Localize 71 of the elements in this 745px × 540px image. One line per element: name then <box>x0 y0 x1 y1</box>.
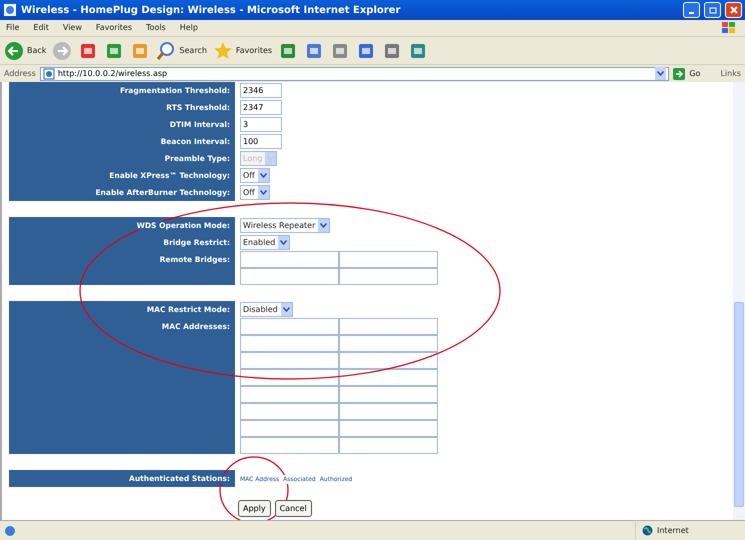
menu-item[interactable]: View <box>62 22 82 34</box>
text-field[interactable] <box>240 352 339 369</box>
text-field[interactable] <box>240 369 339 386</box>
dropdown[interactable]: Off <box>240 168 270 183</box>
text-field[interactable]: 2347 <box>240 100 282 115</box>
text-field[interactable] <box>339 437 438 454</box>
minimize-button[interactable] <box>683 2 700 18</box>
star-icon <box>212 40 233 60</box>
menu-item[interactable]: Tools <box>146 22 166 34</box>
zone-label: Internet <box>657 524 689 536</box>
close-button[interactable] <box>725 2 742 18</box>
text-field[interactable] <box>339 369 438 386</box>
page-icon <box>4 524 16 536</box>
scrollbar[interactable] <box>733 82 745 520</box>
app-icon <box>3 3 17 17</box>
text-field[interactable] <box>240 318 339 335</box>
window-title: Wireless - HomePlug Design: Wireless - Microsoft Internet Explorer <box>21 4 402 18</box>
text-field[interactable] <box>240 251 339 268</box>
arrow-left-icon <box>4 40 24 60</box>
caret-icon <box>260 190 267 195</box>
caret-icon <box>657 71 664 76</box>
caret-icon <box>260 173 267 178</box>
text-field[interactable] <box>240 335 339 352</box>
caret-icon <box>320 223 328 228</box>
caret-icon <box>280 240 288 245</box>
restore-icon <box>708 6 716 14</box>
back-button[interactable]: Back <box>4 40 46 60</box>
text-field[interactable] <box>240 386 339 403</box>
text-field[interactable] <box>240 403 339 420</box>
text-field[interactable] <box>240 437 339 454</box>
text-field[interactable] <box>240 268 339 285</box>
caret-icon <box>282 307 290 312</box>
search-icon <box>156 40 176 60</box>
menu-item[interactable]: Help <box>180 22 198 34</box>
caret-icon <box>267 156 274 161</box>
close-icon <box>730 6 738 14</box>
text-field[interactable] <box>339 403 438 420</box>
text-field[interactable] <box>339 268 438 285</box>
arrow-right-icon <box>52 40 72 60</box>
page-icon <box>42 68 55 80</box>
apply-button[interactable]: Apply <box>238 500 271 517</box>
dropdown[interactable]: Wireless Repeater <box>240 218 330 233</box>
restore-button[interactable] <box>704 2 721 18</box>
dropdown[interactable]: Disabled <box>240 302 293 317</box>
text-field[interactable] <box>339 318 438 335</box>
text-field[interactable] <box>339 352 438 369</box>
menu-item[interactable]: Edit <box>33 22 49 34</box>
text-field[interactable] <box>339 420 438 437</box>
scroll-thumb[interactable] <box>734 302 744 507</box>
text-field[interactable] <box>240 420 339 437</box>
favorites-button[interactable]: Favorites <box>212 40 272 60</box>
dropdown: Long <box>240 151 278 166</box>
forward-button[interactable] <box>52 40 72 60</box>
menu-item[interactable]: File <box>6 22 20 34</box>
go-button[interactable]: Go <box>673 68 700 80</box>
text-field[interactable]: 2346 <box>240 83 282 98</box>
cancel-button[interactable]: Cancel <box>274 500 312 517</box>
links-label[interactable]: Links <box>720 68 741 80</box>
search-button[interactable]: Search <box>156 40 207 60</box>
menu-item[interactable]: Favorites <box>96 22 132 34</box>
text-field[interactable]: 100 <box>240 134 282 149</box>
windows-logo-icon <box>721 21 737 35</box>
text-field[interactable] <box>339 251 438 268</box>
dropdown[interactable]: Off <box>240 185 270 200</box>
dropdown[interactable]: Enabled <box>240 235 290 250</box>
address-label: Address <box>4 68 36 80</box>
globe-icon <box>642 525 653 536</box>
text-field[interactable] <box>339 386 438 403</box>
address-field[interactable]: http://10.0.0.2/wireless.asp <box>40 66 670 80</box>
text-field[interactable] <box>339 335 438 352</box>
text-field[interactable]: 3 <box>240 117 282 132</box>
